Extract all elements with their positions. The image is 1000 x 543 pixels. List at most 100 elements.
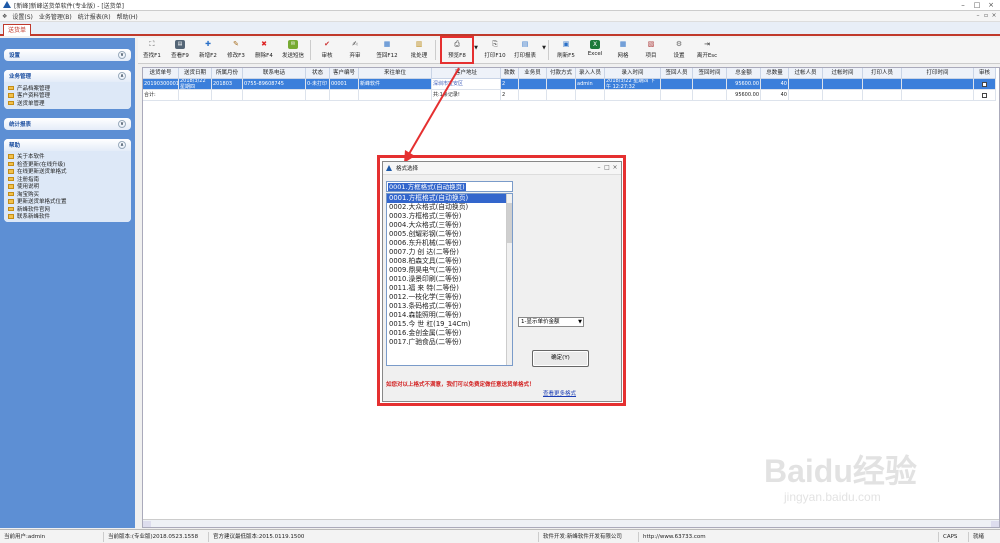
total-checkbox[interactable] (974, 90, 996, 101)
chevron-down-icon[interactable]: ∨ (118, 119, 126, 128)
total-count: 2 (501, 90, 519, 101)
sidebar-panel-settings: 设置 ∨ (4, 49, 131, 61)
total-label: 合计: (143, 90, 179, 101)
cell (519, 79, 547, 90)
folder-icon (8, 176, 14, 181)
checkbox-box (982, 81, 987, 87)
col-header[interactable]: 过帐人员 (789, 68, 823, 79)
preview-button[interactable]: ⎙ 预览F8 ▼ (440, 36, 478, 64)
delete-button[interactable]: ✖ 删除F4 (250, 38, 278, 62)
excel-button[interactable]: X Excel (581, 38, 609, 62)
edit-icon: ✎ (233, 40, 239, 48)
window-title: [新峰]新峰送货单软件(专业版) - [送货单] (14, 2, 125, 10)
toolbar-separator (435, 40, 436, 60)
col-header[interactable]: 联系电话 (243, 68, 306, 79)
panel-title-help: 帮助 (9, 142, 21, 149)
preview-icon: ⎙ (454, 40, 460, 48)
signback-button[interactable]: ▦ 签回F12 (369, 38, 405, 62)
col-header[interactable]: 状态 (306, 68, 330, 79)
print-button[interactable]: ⎘ 打印F10 (480, 38, 510, 62)
col-header[interactable]: 款数 (501, 68, 519, 79)
col-header[interactable]: 付款方式 (547, 68, 576, 79)
cell: 00001 (330, 79, 359, 90)
col-header[interactable]: 送货日期 (179, 68, 212, 79)
dropdown-arrow-icon[interactable]: ▼ (474, 45, 478, 51)
maximize-icon[interactable]: □ (970, 0, 984, 10)
exit-button[interactable]: ⇥ 离开Esc (693, 38, 721, 62)
menu-app-icon[interactable]: ❖ (0, 13, 9, 20)
col-header[interactable]: 打印人员 (863, 68, 902, 79)
delete-icon: ✖ (261, 40, 267, 48)
col-header[interactable]: 所属月份 (212, 68, 243, 79)
cell: 0755-89608745 (243, 79, 306, 90)
col-header[interactable]: 签回时间 (693, 68, 727, 79)
scroll-left-icon[interactable] (143, 521, 151, 527)
col-header[interactable]: 业务员 (519, 68, 547, 79)
chevron-up-icon[interactable]: ∧ (118, 140, 126, 149)
sidebar-item-contact[interactable]: 联系新峰软件 (8, 213, 127, 220)
unaudit-button[interactable]: ✍ 弃审 (341, 38, 369, 62)
view-button[interactable]: ▤ 查看F9 (166, 38, 194, 62)
send-sms-button[interactable]: ✉ 发送短信 (278, 38, 308, 62)
col-header[interactable]: 录入人员 (576, 68, 605, 79)
grid-button[interactable]: ▦ 网格 (609, 38, 637, 62)
new-button[interactable]: ✚ 新增F2 (194, 38, 222, 62)
mdi-close-icon[interactable]: × (990, 12, 998, 19)
col-header[interactable]: 总数量 (761, 68, 789, 79)
col-header[interactable]: 送货单号 (143, 68, 179, 79)
audit-checkbox[interactable] (974, 79, 996, 90)
settings-icon: ⚙ (675, 40, 683, 48)
chevron-down-icon[interactable]: ∨ (118, 51, 126, 59)
batch-button[interactable]: ▥ 批处理 (405, 38, 433, 62)
panel-body-business: 产品档案管理 客户资料管理 送货单管理 (4, 82, 131, 109)
mdi-minimize-icon[interactable]: – (974, 12, 982, 19)
status-user: 当前用户:admin (0, 531, 104, 542)
col-header[interactable]: 总金额 (727, 68, 761, 79)
folder-icon (8, 161, 14, 166)
mdi-restore-icon[interactable]: ▫ (982, 12, 990, 19)
menu-help[interactable]: 帮助(H) (114, 12, 141, 21)
project-button[interactable]: ▧ 项目 (637, 38, 665, 62)
panel-title-reports: 统计报表 (9, 121, 32, 128)
cell: 20190300001 (143, 79, 179, 90)
chevron-up-icon[interactable]: ∧ (118, 72, 126, 80)
total-amount: 95600.00 (727, 90, 761, 101)
close-icon[interactable]: × (984, 0, 998, 10)
sidebar-item-delivery[interactable]: 送货单管理 (8, 99, 127, 107)
settings-button[interactable]: ⚙ 设置 (665, 38, 693, 62)
panel-header-settings[interactable]: 设置 ∨ (4, 49, 131, 61)
panel-header-reports[interactable]: 统计报表 ∨ (4, 117, 131, 130)
menu-settings[interactable]: 设置(S) (9, 12, 36, 21)
cell: 2 (501, 79, 519, 90)
table-row[interactable]: 20190300001 2018/3/22 星期四 201803 0755-89… (143, 79, 999, 90)
col-header[interactable]: 审核 (974, 68, 996, 79)
col-header[interactable]: 打印时间 (902, 68, 974, 79)
col-header[interactable]: 录入时间 (605, 68, 661, 79)
panel-header-business[interactable]: 业务管理 ∧ (4, 70, 131, 82)
panel-header-help[interactable]: 帮助 ∧ (4, 138, 131, 151)
toolbar-separator (548, 40, 549, 60)
panel-title-settings: 设置 (9, 53, 21, 59)
dropdown-arrow-icon[interactable]: ▼ (542, 45, 546, 51)
status-recommend: 官方建议最低版本:2015.0119.1500 (209, 531, 539, 542)
edit-button[interactable]: ✎ 修改F3 (222, 38, 250, 62)
new-icon: ✚ (205, 40, 211, 48)
cell: 2018/3/22 星期四 下午 12:27:32 (605, 79, 661, 90)
baidu-watermark: Baidu经验 jingyan.baidu.com (760, 446, 1000, 526)
menu-reports[interactable]: 统计报表(R) (75, 12, 114, 21)
col-header[interactable]: 签回人员 (661, 68, 693, 79)
find-button[interactable]: ⛶ 查找F1 (138, 38, 166, 62)
print-report-button[interactable]: ▤ 打印报表 ▼ (510, 38, 546, 62)
refresh-button[interactable]: ▣ 刷新F5 (551, 38, 581, 62)
folder-icon (8, 93, 14, 98)
minimize-icon[interactable]: – (956, 0, 970, 10)
grid-header: 送货单号 送货日期 所属月份 联系电话 状态 客户编号 来往单位 客户地址 款数… (143, 68, 999, 79)
sms-icon: ✉ (288, 40, 298, 49)
menu-business[interactable]: 业务管理(B) (36, 12, 75, 21)
annotation-highlight-frame (377, 155, 626, 406)
audit-button[interactable]: ✔ 审核 (313, 38, 341, 62)
checkbox-box (982, 92, 987, 98)
tab-delivery-note[interactable]: 送货单 (3, 24, 32, 36)
col-header[interactable]: 客户编号 (330, 68, 359, 79)
col-header[interactable]: 过帐时间 (823, 68, 863, 79)
